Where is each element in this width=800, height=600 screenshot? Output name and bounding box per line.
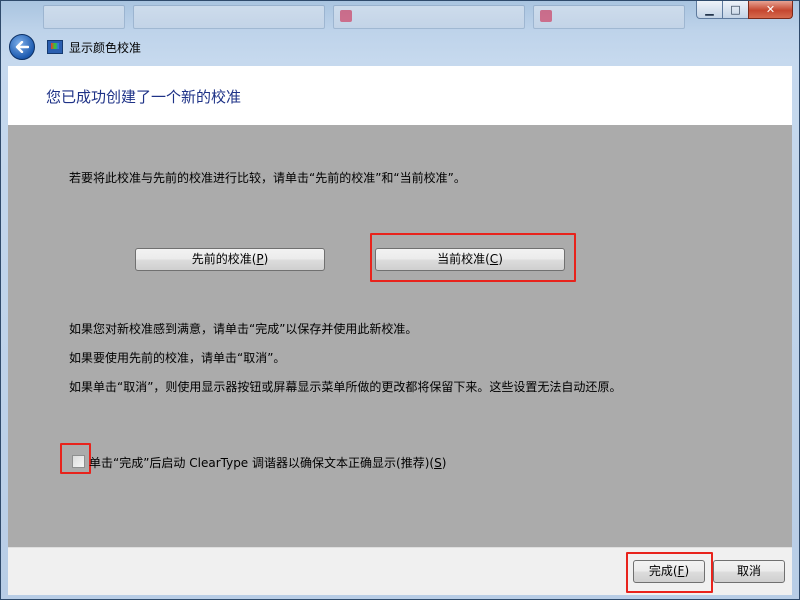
info-line: 如果您对新校准感到满意，请单击“完成”以保存并使用此新校准。 bbox=[69, 322, 418, 336]
info-line: 如果要使用先前的校准，请单击“取消”。 bbox=[69, 351, 286, 365]
navigation-bar: 显示颜色校准 bbox=[9, 33, 141, 61]
page-title: 您已成功创建了一个新的校准 bbox=[46, 88, 242, 106]
maximize-icon: □ bbox=[730, 3, 741, 16]
background-window-strip bbox=[1, 1, 691, 29]
cleartype-checkbox-label[interactable]: 单击“完成”后启动 ClearType 调谐器以确保文本正确显示(推荐)(S) bbox=[89, 454, 446, 471]
app-icon bbox=[540, 10, 552, 22]
cancel-button[interactable]: 取消 bbox=[713, 560, 785, 583]
background-window-thumb bbox=[333, 5, 525, 29]
close-icon: ✕ bbox=[765, 3, 776, 16]
app-icon bbox=[340, 10, 352, 22]
back-arrow-icon bbox=[15, 41, 29, 53]
caption-buttons: ▁ □ ✕ bbox=[696, 1, 793, 21]
close-button[interactable]: ✕ bbox=[748, 1, 793, 19]
compare-instruction: 若要将此校准与先前的校准进行比较，请单击“先前的校准”和“当前校准”。 bbox=[69, 171, 466, 185]
cleartype-checkbox[interactable] bbox=[72, 455, 85, 468]
content-area: 若要将此校准与先前的校准进行比较，请单击“先前的校准”和“当前校准”。 先前的校… bbox=[8, 125, 792, 547]
minimize-icon: ▁ bbox=[705, 3, 714, 16]
window-title: 显示颜色校准 bbox=[69, 40, 142, 55]
background-window-thumb bbox=[133, 5, 325, 29]
current-calibration-button[interactable]: 当前校准(C) bbox=[375, 248, 565, 271]
page-header: 您已成功创建了一个新的校准 bbox=[8, 66, 792, 125]
maximize-button[interactable]: □ bbox=[722, 1, 749, 19]
info-line: 如果单击“取消”，则使用显示器按钮或屏幕显示菜单所做的更改都将保留下来。这些设置… bbox=[69, 380, 622, 394]
display-calibration-icon bbox=[47, 40, 63, 54]
finish-button[interactable]: 完成(F) bbox=[633, 560, 705, 583]
minimize-button[interactable]: ▁ bbox=[696, 1, 723, 19]
background-window-thumb bbox=[43, 5, 125, 29]
background-window-thumb bbox=[533, 5, 685, 29]
footer-bar: 完成(F) 取消 bbox=[8, 547, 792, 595]
previous-calibration-button[interactable]: 先前的校准(P) bbox=[135, 248, 325, 271]
back-button[interactable] bbox=[9, 34, 35, 60]
